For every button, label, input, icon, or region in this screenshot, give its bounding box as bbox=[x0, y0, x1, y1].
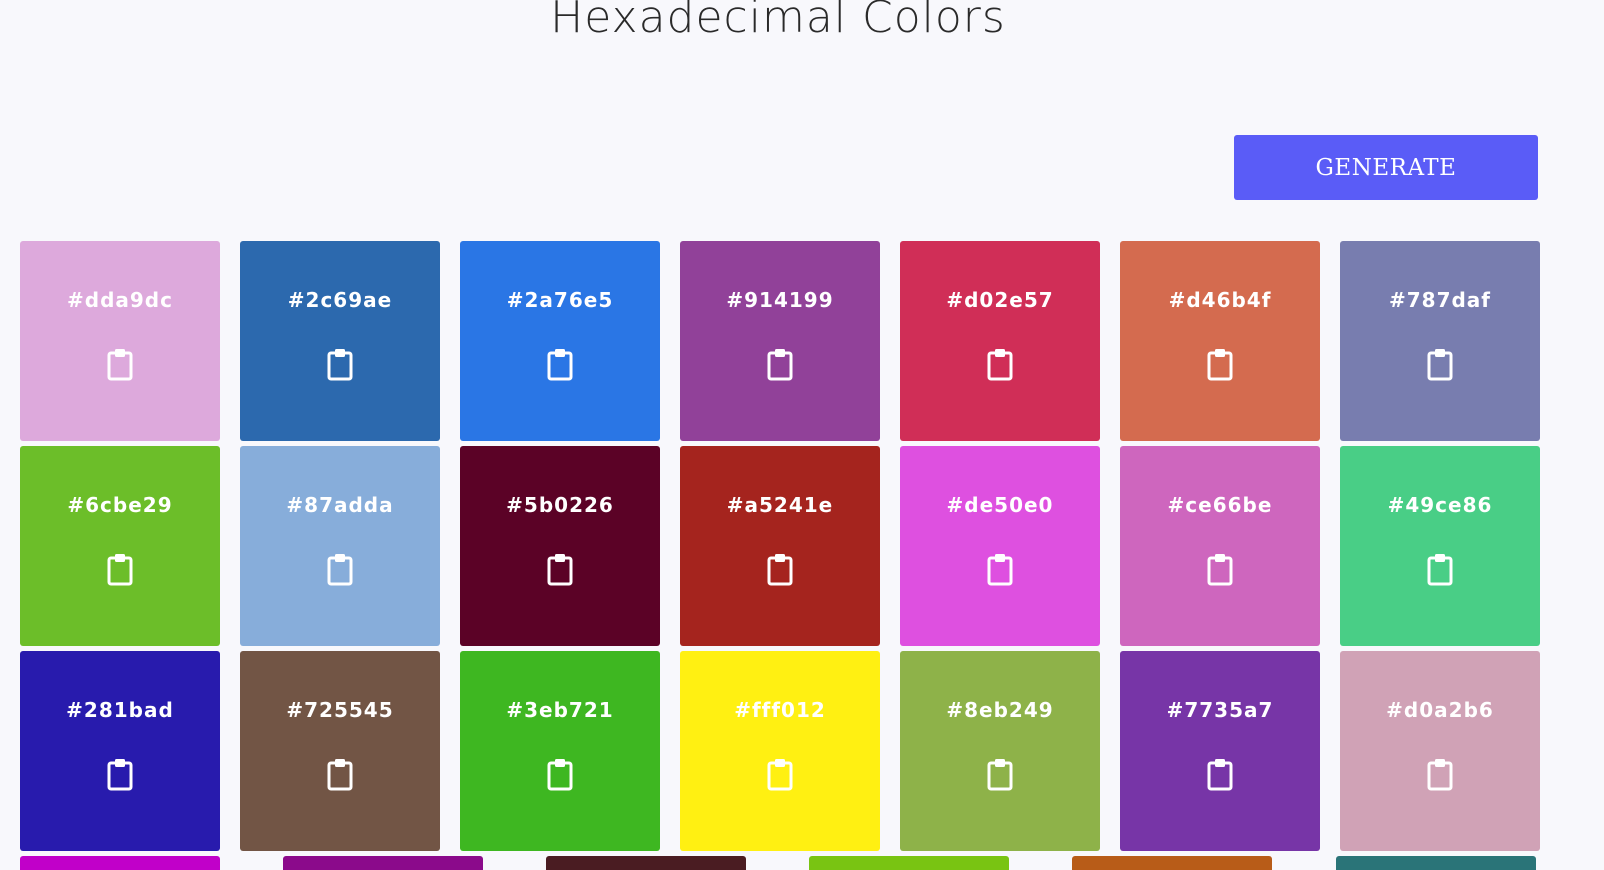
clipboard-icon[interactable] bbox=[106, 552, 134, 586]
color-tile[interactable]: #d02e57 bbox=[900, 241, 1100, 441]
color-hex-label: #49ce86 bbox=[1387, 493, 1493, 517]
clipboard-icon[interactable] bbox=[1426, 757, 1454, 791]
clipboard-icon[interactable] bbox=[766, 347, 794, 381]
color-tile-partial[interactable] bbox=[1336, 856, 1536, 870]
color-tile[interactable]: #8eb249 bbox=[900, 651, 1100, 851]
color-hex-label: #dda9dc bbox=[67, 288, 173, 312]
color-tile[interactable]: #87adda bbox=[240, 446, 440, 646]
color-tile-partial[interactable] bbox=[20, 856, 220, 870]
color-hex-label: #725545 bbox=[286, 698, 394, 722]
color-hex-label: #d02e57 bbox=[946, 288, 1054, 312]
clipboard-icon[interactable] bbox=[1206, 347, 1234, 381]
color-hex-label: #de50e0 bbox=[946, 493, 1054, 517]
clipboard-icon[interactable] bbox=[986, 347, 1014, 381]
color-tile[interactable]: #2a76e5 bbox=[460, 241, 660, 441]
color-hex-label: #787daf bbox=[1388, 288, 1492, 312]
color-tile[interactable]: #787daf bbox=[1340, 241, 1540, 441]
color-hex-label: #2a76e5 bbox=[506, 288, 614, 312]
color-tile[interactable]: #3eb721 bbox=[460, 651, 660, 851]
color-hex-label: #281bad bbox=[66, 698, 174, 722]
clipboard-icon[interactable] bbox=[326, 347, 354, 381]
clipboard-icon[interactable] bbox=[1206, 552, 1234, 586]
color-tile-partial[interactable] bbox=[546, 856, 746, 870]
color-hex-label: #5b0226 bbox=[506, 493, 614, 517]
color-tile[interactable]: #281bad bbox=[20, 651, 220, 851]
clipboard-icon[interactable] bbox=[106, 347, 134, 381]
clipboard-icon[interactable] bbox=[1426, 552, 1454, 586]
color-hex-label: #fff012 bbox=[734, 698, 826, 722]
color-tile[interactable]: #ce66be bbox=[1120, 446, 1320, 646]
clipboard-icon[interactable] bbox=[986, 757, 1014, 791]
color-tile[interactable]: #49ce86 bbox=[1340, 446, 1540, 646]
clipboard-icon[interactable] bbox=[986, 552, 1014, 586]
color-hex-label: #914199 bbox=[726, 288, 834, 312]
clipboard-icon[interactable] bbox=[1206, 757, 1234, 791]
color-tile[interactable]: #d46b4f bbox=[1120, 241, 1320, 441]
color-hex-label: #6cbe29 bbox=[67, 493, 173, 517]
color-tile-partial[interactable] bbox=[1072, 856, 1272, 870]
color-hex-label: #87adda bbox=[286, 493, 394, 517]
clipboard-icon[interactable] bbox=[326, 552, 354, 586]
clipboard-icon[interactable] bbox=[546, 757, 574, 791]
color-hex-label: #8eb249 bbox=[946, 698, 1054, 722]
page-title: Hexadecimal Colors bbox=[550, 0, 1006, 43]
color-hex-label: #3eb721 bbox=[506, 698, 614, 722]
color-tile-partial[interactable] bbox=[809, 856, 1009, 870]
color-tile[interactable]: #725545 bbox=[240, 651, 440, 851]
color-tile[interactable]: #2c69ae bbox=[240, 241, 440, 441]
color-hex-label: #d0a2b6 bbox=[1386, 698, 1494, 722]
clipboard-icon[interactable] bbox=[106, 757, 134, 791]
clipboard-icon[interactable] bbox=[1426, 347, 1454, 381]
color-tile[interactable]: #fff012 bbox=[680, 651, 880, 851]
color-hex-label: #d46b4f bbox=[1168, 288, 1272, 312]
clipboard-icon[interactable] bbox=[766, 552, 794, 586]
clipboard-icon[interactable] bbox=[766, 757, 794, 791]
color-tile[interactable]: #dda9dc bbox=[20, 241, 220, 441]
color-tile[interactable]: #de50e0 bbox=[900, 446, 1100, 646]
color-hex-label: #2c69ae bbox=[287, 288, 393, 312]
color-hex-label: #a5241e bbox=[726, 493, 834, 517]
clipboard-icon[interactable] bbox=[546, 552, 574, 586]
color-hex-label: #7735a7 bbox=[1166, 698, 1274, 722]
clipboard-icon[interactable] bbox=[546, 347, 574, 381]
color-tile[interactable]: #914199 bbox=[680, 241, 880, 441]
color-hex-label: #ce66be bbox=[1167, 493, 1273, 517]
color-tile[interactable]: #d0a2b6 bbox=[1340, 651, 1540, 851]
color-tile[interactable]: #5b0226 bbox=[460, 446, 660, 646]
page: Hexadecimal Colors GENERATE #dda9dc #2c69… bbox=[0, 0, 1604, 870]
color-tile[interactable]: #6cbe29 bbox=[20, 446, 220, 646]
color-tile[interactable]: #a5241e bbox=[680, 446, 880, 646]
clipboard-icon[interactable] bbox=[326, 757, 354, 791]
generate-button[interactable]: GENERATE bbox=[1234, 135, 1538, 200]
color-tile-partial[interactable] bbox=[283, 856, 483, 870]
color-tile[interactable]: #7735a7 bbox=[1120, 651, 1320, 851]
